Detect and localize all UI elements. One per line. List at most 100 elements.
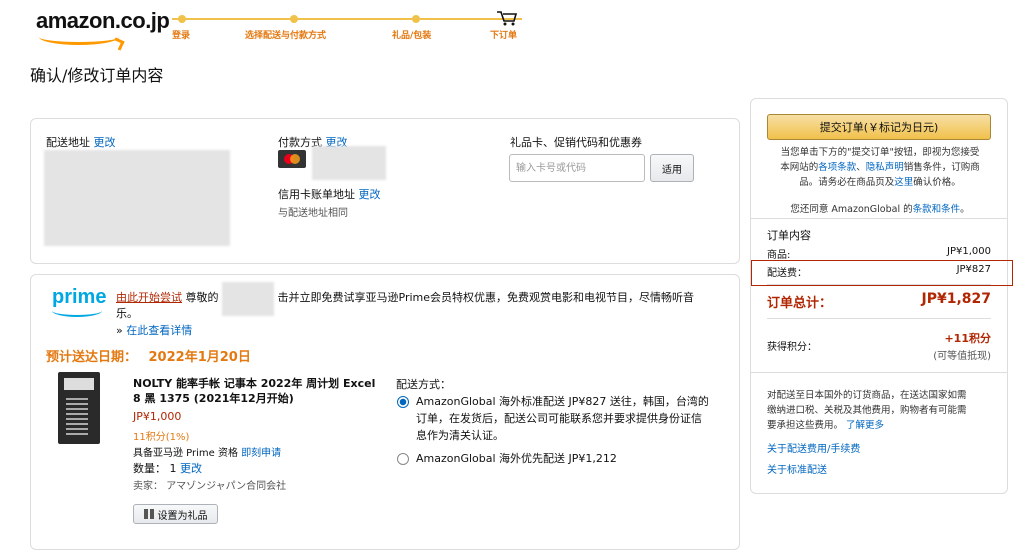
progress-dot-shipping xyxy=(290,15,298,23)
shipping-address-label: 配送地址 xyxy=(46,136,90,149)
quantity-row: 数量： 1 更改 xyxy=(133,460,202,476)
step-signin: 登录 xyxy=(172,31,191,41)
page-title: 确认/修改订单内容 xyxy=(30,66,164,85)
prime-promo: 由此开始尝试 尊敬的 击并立即免费试享亚马逊Prime会员特权优惠，免费观赏电影… xyxy=(116,282,726,316)
privacy-link[interactable]: 隐私声明 xyxy=(866,162,904,173)
billing-address-label: 信用卡账单地址 xyxy=(278,188,355,201)
shipping-option-priority[interactable]: AmazonGlobal 海外优先配送 JP¥1,212 xyxy=(416,450,617,466)
summary-divider-4 xyxy=(751,372,1007,373)
quantity-change-link[interactable]: 更改 xyxy=(180,462,202,475)
shipping-option-priority-radio[interactable] xyxy=(397,453,409,465)
delivery-date-value: 2022年1月20日 xyxy=(148,350,251,365)
prime-details-link[interactable]: 在此查看详情 xyxy=(126,324,192,337)
progress-dot-signin xyxy=(178,15,186,23)
shipping-address-heading: 配送地址 更改 xyxy=(46,134,116,150)
summary-divider-3 xyxy=(767,318,991,319)
seller-name: アマゾンジャパン合同会社 xyxy=(166,481,287,492)
product-title[interactable]: NOLTY 能率手帐 记事本 2022年 周计划 Excel 8 黑 1375 … xyxy=(133,376,375,406)
redacted-customer-name xyxy=(222,282,274,316)
items-subtotal-value: JP¥1,000 xyxy=(947,246,991,257)
price-check-link[interactable]: 这里 xyxy=(894,177,913,188)
step-place-order: 下订单 xyxy=(490,31,518,41)
import-tax-line1: 对配送至日本国外的订货商品，在送达国家如需 xyxy=(767,390,967,401)
set-as-gift-label: 设置为礼品 xyxy=(157,510,208,522)
prime-logo-text: prime xyxy=(52,286,107,308)
billing-address-change-link[interactable]: 更改 xyxy=(359,188,381,201)
delivery-date: 预计送达日期： 2022年1月20日 xyxy=(46,346,251,365)
progress-dot-gift xyxy=(412,15,420,23)
giftcard-apply-button[interactable]: 适用 xyxy=(650,154,694,182)
terms-notice-part3: 销售条件，订购商 xyxy=(903,162,980,173)
prime-trial-link[interactable]: 由此开始尝试 xyxy=(116,291,182,304)
shipping-option-standard-line2: 订单，在发货后，配送公司可能联系您并要求提供身份证信 xyxy=(416,412,702,425)
seller-row: 卖家： アマゾンジャパン合同会社 xyxy=(133,477,286,492)
product-image[interactable] xyxy=(58,372,100,444)
shipping-fee-value: JP¥827 xyxy=(956,264,991,275)
shipping-fee-label: 配送费： xyxy=(767,268,807,279)
prime-eligibility: 具备亚马逊 Prime 资格 即刻申请 xyxy=(133,444,281,459)
earned-points-value: +11积分 xyxy=(944,332,991,345)
set-as-gift-button[interactable]: 设置为礼品 xyxy=(133,504,218,524)
billing-address-heading: 信用卡账单地址 更改 xyxy=(278,186,381,202)
terms-notice-part4: 品。请务必在商品页及 xyxy=(799,177,895,188)
place-order-button[interactable]: 提交订单(￥标记为日元) xyxy=(767,114,991,140)
product-title-line2: 8 黑 1375 (2021年12月开始) xyxy=(133,392,294,405)
import-tax-line3: 要承担这些费用。 xyxy=(767,420,844,431)
standard-shipping-link[interactable]: 关于标准配送 xyxy=(767,461,827,476)
terms-notice: 当您单击下方的"提交订单"按钮，即视为您接受 本网站的各项条款、隐私声明销售条件… xyxy=(767,145,993,190)
quantity-label: 数量： xyxy=(133,462,166,475)
shipping-option-standard-line1: AmazonGlobal 海外标准配送 JP¥827 送往，韩国，台湾的 xyxy=(416,395,709,408)
shipping-address-change-link[interactable]: 更改 xyxy=(94,136,116,149)
mastercard-icon xyxy=(278,150,306,168)
terms-separator: 、 xyxy=(856,162,866,173)
redacted-card-number xyxy=(312,146,386,180)
product-title-line1: NOLTY 能率手帐 记事本 2022年 周计划 Excel xyxy=(133,377,376,390)
quantity-value: 1 xyxy=(169,462,177,475)
logo-smile xyxy=(39,35,119,45)
prime-details-row: » 在此查看详情 xyxy=(116,322,192,338)
logo-text: amazon.co.jp xyxy=(36,8,170,33)
prime-eligibility-text: 具备亚马逊 Prime 资格 xyxy=(133,448,238,459)
summary-divider-2 xyxy=(767,284,991,285)
summary-divider-1 xyxy=(751,218,1007,219)
global-terms-text: 您还同意 AmazonGlobal 的 xyxy=(790,204,913,215)
prime-logo-smile xyxy=(52,309,102,317)
global-terms-notice: 您还同意 AmazonGlobal 的条款和条件。 xyxy=(767,201,993,215)
prime-promo-line2: 乐。 xyxy=(116,307,138,320)
giftcard-input[interactable] xyxy=(509,154,645,182)
prime-promo-greeting: 尊敬的 xyxy=(185,291,219,304)
terms-link[interactable]: 各项条款 xyxy=(818,162,856,173)
prime-promo-text: 击并立即免费试享亚马逊Prime会员特权优惠，免费观赏电影和电视节目，尽情畅听音 xyxy=(277,291,695,304)
order-total-label: 订单总计： xyxy=(767,296,833,311)
giftcard-label: 礼品卡、促销代码和优惠券 xyxy=(510,136,642,149)
earned-points-note: (可等值抵现) xyxy=(933,351,991,362)
items-subtotal-label: 商品: xyxy=(767,250,791,261)
import-tax-notice: 对配送至日本国外的订货商品，在送达国家如需 缴纳进口税、关税及其他费用，购物者有… xyxy=(767,388,995,433)
cart-icon xyxy=(496,10,518,29)
global-terms-end: 。 xyxy=(960,204,970,215)
global-terms-link[interactable]: 条款和条件 xyxy=(913,204,961,215)
seller-label: 卖家： xyxy=(133,481,163,492)
shipping-fees-link[interactable]: 关于配送费用/手续费 xyxy=(767,440,860,455)
gift-icon xyxy=(143,509,154,519)
import-tax-line2: 缴纳进口税、关税及其他费用，购物者有可能需 xyxy=(767,405,967,416)
shipping-option-standard-radio[interactable] xyxy=(397,396,409,408)
order-total-value: JP¥1,827 xyxy=(921,291,992,307)
product-price: JP¥1,000 xyxy=(133,410,182,423)
shipping-option-standard[interactable]: AmazonGlobal 海外标准配送 JP¥827 送往，韩国，台湾的 订单，… xyxy=(416,393,709,444)
prime-logo: prime xyxy=(52,286,106,317)
chevron-right-icon: » xyxy=(116,324,123,337)
product-points: 11积分(1%) xyxy=(133,432,190,443)
prime-apply-link[interactable]: 即刻申请 xyxy=(241,448,281,459)
shipping-option-standard-line3: 息作为清关认证。 xyxy=(416,429,504,442)
step-gift-wrap: 礼品/包装 xyxy=(392,31,432,41)
step-shipping-payment: 选择配送与付款方式 xyxy=(245,31,327,41)
amazon-logo[interactable]: amazon.co.jp xyxy=(36,8,170,45)
terms-notice-part2: 本网站的 xyxy=(780,162,819,173)
billing-address-note: 与配送地址相同 xyxy=(278,208,348,219)
terms-notice-part5: 确认价格。 xyxy=(913,177,961,188)
shipping-method-label: 配送方式： xyxy=(396,378,451,391)
terms-notice-part1: 当您单击下方的"提交订单"按钮，即视为您接受 xyxy=(780,147,980,158)
learn-more-link[interactable]: 了解更多 xyxy=(846,420,884,431)
delivery-date-label: 预计送达日期： xyxy=(46,350,138,365)
